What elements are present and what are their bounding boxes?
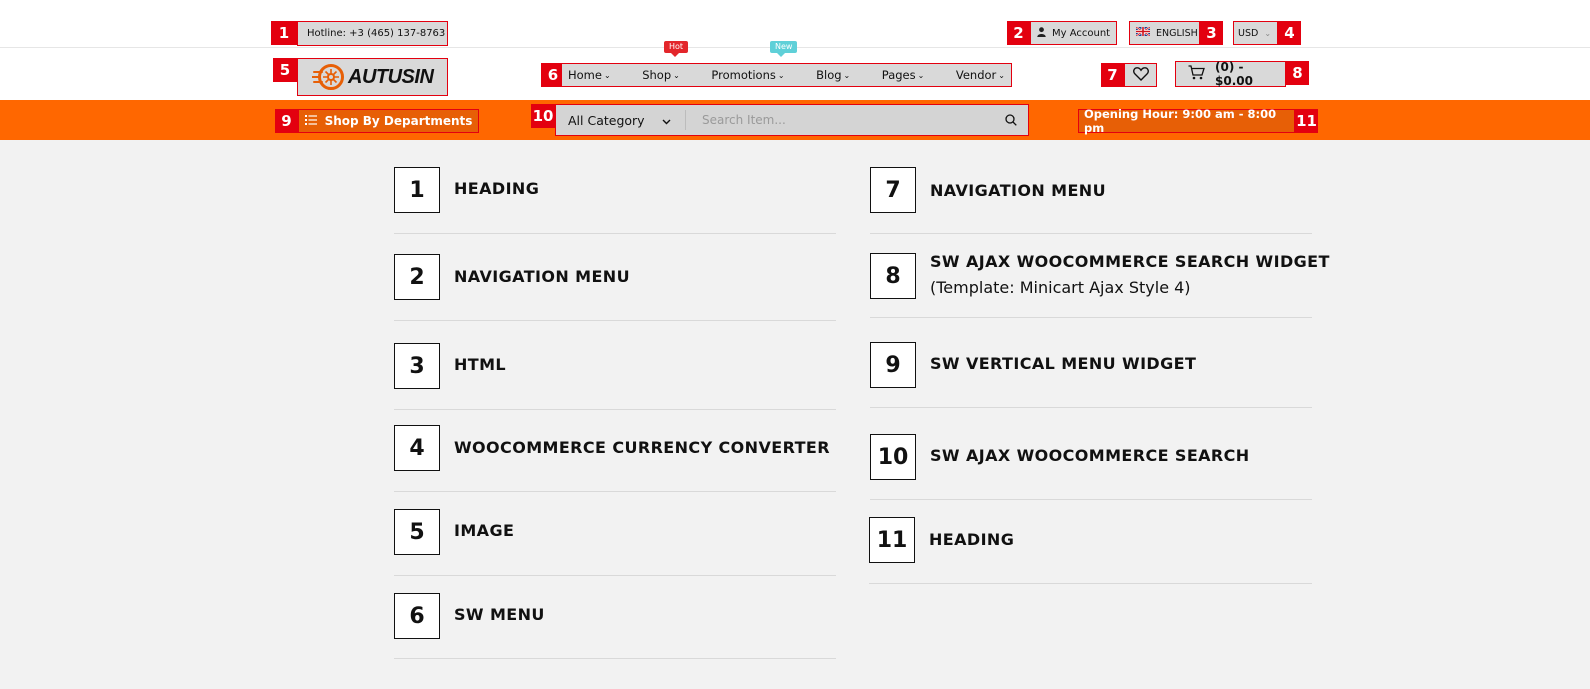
nav-item-label: Pages [881,68,916,82]
chevron-down-icon: ⌄ [917,70,925,80]
nav-item-label: Home [568,68,602,82]
marker-4: 4 [1278,21,1301,45]
chevron-down-icon: ⌄ [673,70,680,80]
widget-number: 11 [869,517,915,563]
chevron-down-icon: ⌄ [843,70,851,80]
marker-5: 5 [273,58,297,82]
divider [394,658,836,659]
nav-item-shop[interactable]: Shop ⌄ [642,68,680,82]
widget-label: HEADING [929,530,1015,549]
marker-10: 10 [531,104,555,128]
nav-item-blog[interactable]: Blog ⌄ [816,68,850,82]
chevron-down-icon: ⌄ [1264,28,1272,38]
opening-hours: Opening Hour: 9:00 am - 8:00 pm [1078,107,1295,135]
marker-7: 7 [1101,63,1124,87]
cart-total: (0) - $0.00 [1215,60,1253,88]
hot-badge: Hot [664,41,689,57]
divider [870,317,1312,318]
marker-2: 2 [1007,21,1030,45]
search-bar: All Category [555,104,1029,136]
currency-selector[interactable]: USD ⌄ [1233,21,1278,45]
divider [870,499,1312,500]
category-select-label: All Category [568,112,645,128]
widget-label: SW MENU [454,605,545,624]
marker-11: 11 [1295,109,1318,133]
divider [394,409,836,410]
widget-number: 9 [870,342,916,388]
widget-number: 10 [870,434,916,480]
language-selector[interactable]: ENGLISH [1129,21,1200,45]
divider [394,575,836,576]
chevron-down-icon: ⌄ [998,70,1005,80]
divider [394,491,836,492]
widget-number: 1 [394,167,440,213]
widget-number: 4 [394,425,440,471]
my-account-label: My Account [1052,27,1111,39]
marker-8: 8 [1286,61,1309,85]
marker-3: 3 [1200,21,1223,45]
main-navigation: Home ⌄ Shop ⌄ Promotions ⌄ Blog ⌄ Pages ⌄ Ven… [561,63,1012,87]
widget-label: IMAGE [454,521,515,540]
chevron-down-icon: ⌄ [777,70,785,80]
uk-flag-icon [1135,26,1151,39]
mini-cart-button[interactable]: (0) - $0.00 [1175,60,1286,88]
nav-item-promotions[interactable]: Promotions ⌄ [711,68,784,82]
widget-number: 2 [394,254,440,300]
search-button[interactable] [994,111,1028,130]
widget-label: HEADING [454,179,540,198]
search-input[interactable] [686,113,994,127]
site-logo[interactable]: AUTUSIN [297,58,448,96]
widget-label: SW VERTICAL MENU WIDGET [930,354,1197,373]
widget-number: 7 [870,167,916,213]
departments-label: Shop By Departments [324,114,473,128]
nav-item-vendor[interactable]: Vendor ⌄ [956,68,1005,82]
nav-item-label: Shop [642,68,672,82]
marker-9: 9 [275,109,298,133]
widget-number: 3 [394,343,440,389]
heart-icon [1132,66,1149,85]
widget-label: NAVIGATION MENU [930,181,1106,200]
shop-by-departments-button[interactable]: Shop By Departments [298,109,479,133]
new-badge: New [770,41,798,57]
chevron-down-icon: ⌄ [603,70,611,80]
chevron-down-icon [662,113,671,128]
nav-item-label: Promotions [711,68,776,82]
nav-item-label: Vendor [955,68,997,82]
logo-wordmark: AUTUSIN [348,65,434,88]
tire-logo-icon [311,63,344,91]
widget-label: SW AJAX WOOCOMMERCE SEARCH [930,446,1250,465]
divider [394,233,836,234]
list-icon [304,114,317,128]
divider [394,320,836,321]
my-account-link[interactable]: My Account [1030,21,1117,45]
widget-number: 5 [394,509,440,555]
divider [870,407,1312,408]
nav-item-label: Blog [816,68,842,82]
category-select[interactable]: All Category [556,110,686,130]
cart-icon [1188,65,1205,83]
divider [870,233,1312,234]
widget-number: 6 [394,593,440,639]
widget-number: 8 [870,253,916,299]
divider [869,583,1312,584]
widget-sublabel: (Template: Minicart Ajax Style 4) [930,278,1191,297]
language-label: ENGLISH [1156,27,1198,39]
widget-label: WOOCOMMERCE CURRENCY CONVERTER [454,438,830,457]
marker-1: 1 [271,21,297,45]
hotline-text: Hotline: +3 (465) 137-8763 [297,21,448,46]
nav-item-home[interactable]: Home ⌄ [568,68,611,82]
wishlist-button[interactable] [1124,63,1157,87]
user-icon [1037,26,1046,40]
widget-label: SW AJAX WOOCOMMERCE SEARCH WIDGET [930,252,1330,271]
nav-item-pages[interactable]: Pages ⌄ [882,68,925,82]
search-icon [1005,111,1017,130]
widget-label: HTML [454,355,507,374]
widget-label: NAVIGATION MENU [454,267,630,286]
currency-label: USD [1238,27,1259,39]
